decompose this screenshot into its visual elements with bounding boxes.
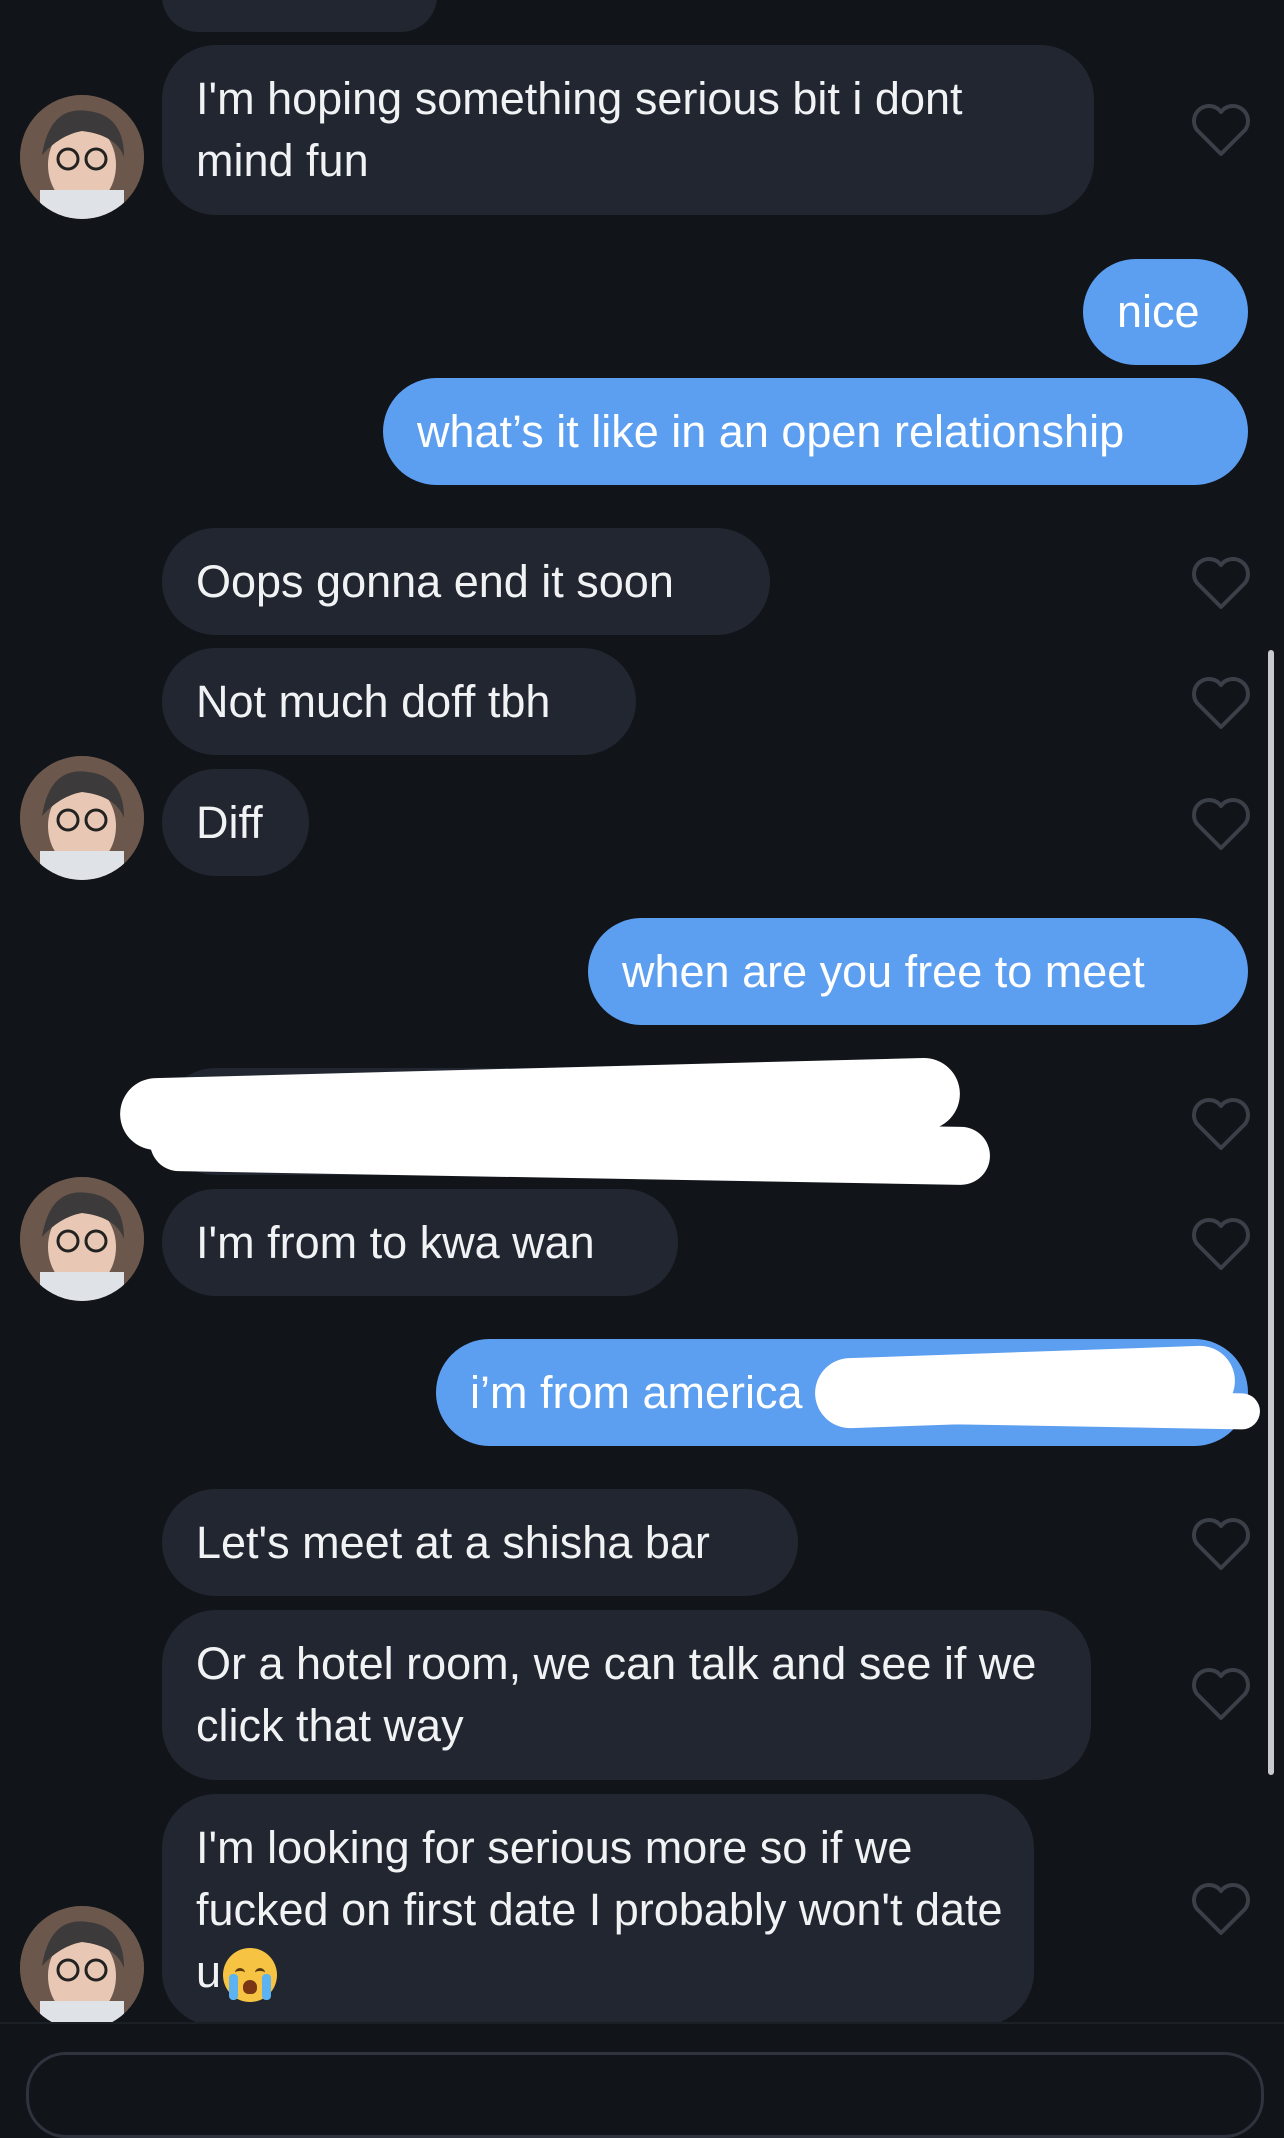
message-text: Oops gonna end it soon [196, 555, 674, 607]
heart-icon[interactable] [1190, 796, 1252, 852]
heart-icon[interactable] [1190, 1666, 1252, 1722]
redaction-scribble [839, 1386, 1261, 1430]
message-bubble[interactable]: I'm from to kwa wan [162, 1189, 678, 1296]
contact-avatar[interactable] [20, 1906, 144, 2030]
message-bubble[interactable]: Or a hotel room, we can talk and see if … [162, 1610, 1091, 1780]
message-bubble[interactable]: nice [1083, 259, 1248, 365]
message-bubble[interactable]: Oops gonna end it soon [162, 528, 770, 635]
message-bubble[interactable]: Diff [162, 769, 309, 876]
heart-icon[interactable] [1190, 675, 1252, 731]
contact-avatar[interactable] [20, 756, 144, 880]
message-text: Let's meet at a shisha bar [196, 1516, 710, 1568]
message-text: nice [1117, 286, 1200, 337]
contact-avatar[interactable] [20, 1177, 144, 1301]
avatar-image [20, 756, 144, 880]
message-bubble[interactable]: I'm looking for serious more so if we fu… [162, 1794, 1034, 2026]
message-text: Or a hotel room, we can talk and see if … [196, 1638, 1049, 1751]
message-text: I'm from to kwa wan [196, 1216, 595, 1268]
heart-icon[interactable] [1190, 102, 1252, 158]
message-text: Diff [196, 796, 263, 848]
scrollbar[interactable] [1268, 650, 1274, 1775]
message-bubble[interactable]: I'm hoping something serious bit i dont … [162, 45, 1094, 215]
partial-message-bubble [162, 0, 437, 32]
message-bubble[interactable]: Let's meet at a shisha bar [162, 1489, 798, 1596]
avatar-image [20, 1177, 144, 1301]
message-text: I'm looking for serious more so if we fu… [196, 1822, 1016, 1997]
message-text: when are you free to meet [622, 945, 1145, 997]
message-text: i’m from america [470, 1366, 803, 1418]
redaction-scribble [200, 1098, 920, 1138]
message-text-group: I'm looking for serious more so if we fu… [196, 1817, 1004, 2003]
heart-icon[interactable] [1190, 1216, 1252, 1272]
heart-icon[interactable] [1190, 1881, 1252, 1937]
message-input[interactable] [26, 2052, 1264, 2138]
avatar-image [20, 95, 144, 219]
avatar-image [20, 1906, 144, 2030]
message-text: Not much doff tbh [196, 675, 551, 727]
message-text: what’s it like in an open relationship [417, 405, 1125, 457]
heart-icon[interactable] [1190, 1096, 1252, 1152]
message-text: I'm hoping something serious bit i dont … [196, 73, 976, 186]
message-bubble[interactable]: when are you free to meet [588, 918, 1248, 1025]
heart-icon[interactable] [1190, 555, 1252, 611]
heart-icon[interactable] [1190, 1516, 1252, 1572]
message-bubble[interactable]: Not much doff tbh [162, 648, 636, 755]
loudly-crying-face-icon [223, 1948, 278, 2003]
message-bubble[interactable]: what’s it like in an open relationship [383, 378, 1248, 485]
contact-avatar[interactable] [20, 95, 144, 219]
